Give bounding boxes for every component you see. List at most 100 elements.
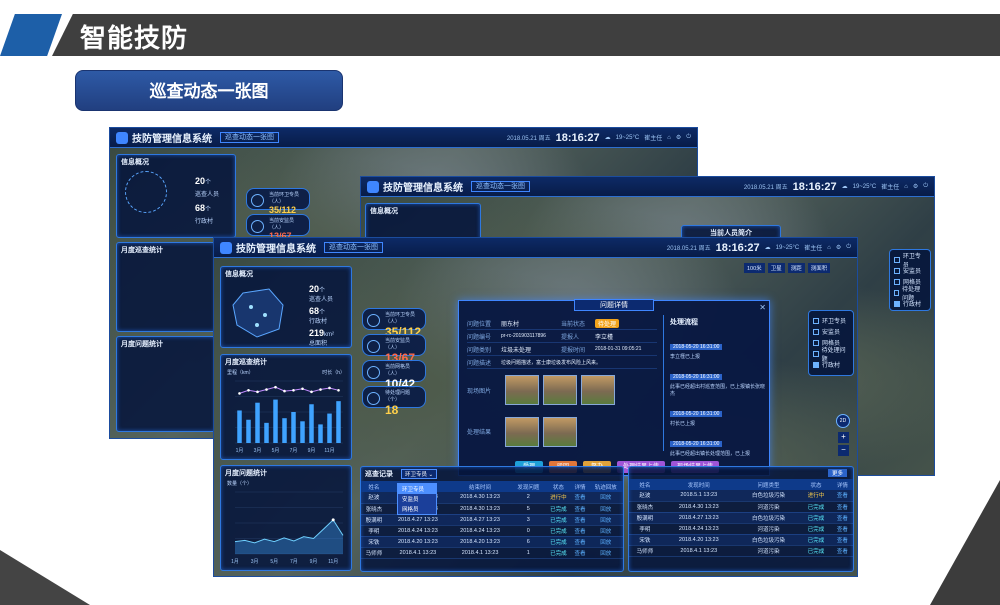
settings-icon[interactable]: ⚙	[676, 134, 681, 141]
settings-icon[interactable]: ⚙	[836, 244, 841, 251]
result-photo[interactable]	[505, 417, 539, 447]
col-header: 轨迹回放	[588, 481, 623, 492]
table-row[interactable]: 宋铁 2018.4.20 13:23 白色垃圾污染 已完成 查看	[629, 534, 853, 546]
table-row[interactable]: 殷满明 2018.4.27 13:23 白色垃圾污染 已完成 查看	[629, 512, 853, 524]
scene-photo[interactable]	[543, 375, 577, 405]
cell: 3	[511, 514, 546, 526]
checkbox[interactable]	[894, 289, 900, 296]
point-duration	[337, 389, 340, 392]
close-icon[interactable]: ✕	[759, 303, 766, 312]
table-row[interactable]: 殷满明 2018.4.27 13:23 2018.4.27 13:23 3 已完成 查看回…	[361, 514, 623, 526]
view-link[interactable]: 查看	[831, 501, 853, 513]
view-link[interactable]: 查看	[831, 534, 853, 546]
table-row[interactable]: 马师师 2018.4.1 13:23 2018.4.1 13:23 1 已完成 查看 回放	[361, 547, 623, 559]
filter-item[interactable]: 环卫专员	[894, 254, 926, 269]
home-icon[interactable]: ⌂	[904, 184, 908, 190]
view-2d-button[interactable]: 2D	[836, 414, 850, 428]
stat-box-pending[interactable]: 待处理问题（个） 18	[362, 386, 426, 417]
power-icon[interactable]: ⏻	[846, 244, 851, 251]
table-row[interactable]: 宋铁 2018.4.20 13:23 2018.4.20 13:23 6 已完成 查看 回放	[361, 536, 623, 548]
home-icon[interactable]: ⌂	[827, 245, 831, 251]
replay-link[interactable]: 回放	[588, 536, 623, 548]
view-link[interactable]: 查看	[571, 525, 589, 537]
table-row[interactable]: 张晓杰 2018.4.30 13:23 河道污染 已完成 查看	[629, 501, 853, 513]
checkbox[interactable]	[813, 317, 819, 324]
measure-area-button[interactable]: 测面积	[807, 263, 831, 273]
replay-link[interactable]: 回放	[588, 514, 623, 526]
view-link[interactable]: 查看	[831, 545, 853, 557]
checkbox[interactable]	[894, 300, 900, 307]
checkbox[interactable]	[894, 267, 900, 274]
checkbox[interactable]	[813, 339, 819, 346]
result-photo[interactable]	[543, 417, 577, 447]
area-label: 总面积	[309, 341, 328, 347]
dropdown-option[interactable]: 环卫专员	[398, 484, 436, 494]
col-header: 姓名	[629, 479, 661, 490]
settings-icon[interactable]: ⚙	[913, 183, 918, 190]
field-value: 垃圾未处理	[501, 347, 532, 354]
stat-box-safety[interactable]: 当前安监员（人） 13/67	[362, 334, 426, 365]
weather-temp: 19~25°C	[775, 244, 800, 251]
filter-item[interactable]: 待处理问题	[813, 348, 849, 363]
role-dropdown[interactable]: 环卫专员 ⌄	[401, 469, 438, 479]
view-link[interactable]: 查看	[831, 512, 853, 524]
col-header: 状态	[800, 479, 832, 490]
view-link[interactable]: 查看	[571, 503, 589, 515]
table-row[interactable]: 李明 2018.4.24 13:23 2018.4.24 13:23 0 已完成 查看 回放	[361, 525, 623, 537]
checkbox[interactable]	[813, 350, 819, 357]
replay-link[interactable]: 回放	[588, 503, 623, 515]
system-title: 技防管理信息系统	[236, 244, 316, 255]
system-tag[interactable]: 巡查动态一张图	[220, 132, 279, 143]
table-header-row: 姓名 发现时间 问题类型 状态 详情	[629, 479, 853, 490]
cell: 赵波	[361, 492, 387, 504]
user-name[interactable]: 崔主任	[804, 243, 822, 252]
filter-item[interactable]: 待处理问题	[894, 287, 926, 302]
checkbox[interactable]	[894, 256, 900, 263]
table-row[interactable]: 马师师 2018.4.1 13:23 河道污染 已完成 查看	[629, 545, 853, 557]
view-link[interactable]: 查看	[571, 536, 589, 548]
stat-box-grid[interactable]: 当前网格员（人） 10/42	[362, 360, 426, 391]
view-link[interactable]: 查看	[831, 523, 853, 535]
view-link[interactable]: 查看	[571, 514, 589, 526]
role-dropdown-list[interactable]: 环卫专员 安监员 网格员	[397, 483, 437, 515]
stat-box-sanitation[interactable]: 当前环卫专员（人） 35/112	[246, 188, 310, 215]
user-name[interactable]: 崔主任	[881, 182, 899, 191]
power-icon[interactable]: ⏻	[686, 134, 691, 141]
filter-item[interactable]: 安监员	[813, 326, 849, 337]
measure-distance-button[interactable]: 测距	[787, 263, 805, 273]
replay-link[interactable]: 回放	[588, 547, 623, 559]
user-name[interactable]: 崔主任	[644, 133, 662, 142]
stat-box-safety[interactable]: 当前安监员（人） 13/67	[246, 214, 310, 241]
bar-mileage	[264, 422, 269, 443]
power-icon[interactable]: ⏻	[923, 183, 928, 190]
zoom-in-button[interactable]: +	[838, 432, 849, 443]
dropdown-option[interactable]: 安监员	[398, 494, 436, 504]
view-link[interactable]: 查看	[571, 492, 589, 504]
corner-decoration-right	[930, 480, 1000, 605]
bar-mileage	[246, 419, 251, 443]
filter-item[interactable]: 环卫专员	[813, 315, 849, 326]
table-row[interactable]: 李明 2018.4.24 13:23 河道污染 已完成 查看	[629, 523, 853, 535]
replay-link[interactable]: 回放	[588, 492, 623, 504]
view-link[interactable]: 查看	[831, 490, 853, 502]
home-icon[interactable]: ⌂	[667, 135, 671, 141]
zoom-out-button[interactable]: −	[838, 445, 849, 456]
more-button[interactable]: 更多	[827, 469, 847, 477]
col-header: 详情	[571, 481, 589, 492]
replay-link[interactable]: 回放	[588, 525, 623, 537]
checkbox[interactable]	[813, 361, 819, 368]
checkbox[interactable]	[813, 328, 819, 335]
checkbox[interactable]	[894, 278, 900, 285]
cell: 李明	[629, 523, 661, 535]
subtitle-button[interactable]: 巡查动态一张图	[75, 70, 343, 111]
satellite-button[interactable]: 卫星	[767, 263, 785, 273]
system-tag[interactable]: 巡查动态一张图	[471, 181, 530, 192]
scene-photo[interactable]	[505, 375, 539, 405]
status-cell: 已完成	[545, 525, 572, 537]
system-tag[interactable]: 巡查动态一张图	[324, 242, 383, 253]
view-link[interactable]: 查看	[571, 547, 589, 559]
stat-box-sanitation[interactable]: 当前环卫专员（人） 35/112	[362, 308, 426, 339]
dropdown-option[interactable]: 网格员	[398, 504, 436, 514]
table-row[interactable]: 赵波 2018.5.1 13:23 白色垃圾污染 进行中 查看	[629, 490, 853, 502]
scene-photo[interactable]	[581, 375, 615, 405]
